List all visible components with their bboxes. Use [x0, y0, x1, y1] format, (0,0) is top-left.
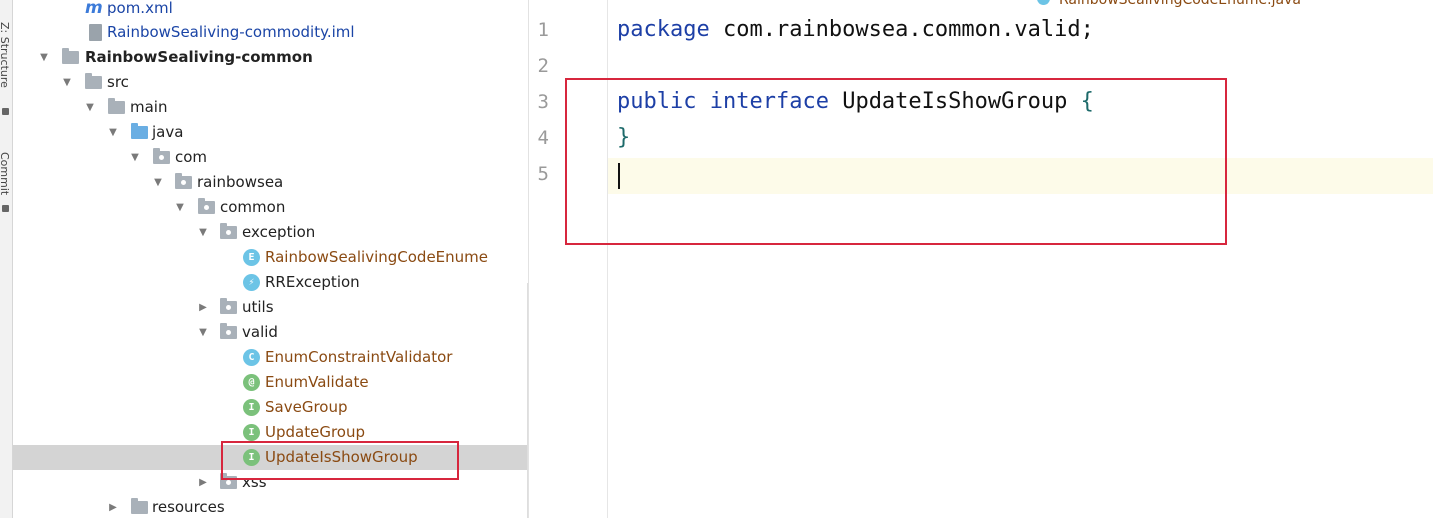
- folder-icon: [85, 73, 102, 89]
- tree-row-common-module[interactable]: ▼ RainbowSealiving-common: [13, 45, 528, 70]
- class-icon: C: [243, 349, 260, 366]
- expand-arrow-icon[interactable]: ▼: [151, 170, 165, 195]
- tree-label: SaveGroup: [265, 398, 348, 416]
- tree-label: resources: [152, 498, 225, 516]
- collapse-arrow-icon[interactable]: ▶: [196, 295, 210, 320]
- line-number: 4: [537, 127, 549, 149]
- enum-file-tab-icon: [1037, 0, 1050, 5]
- annotation-icon: @: [243, 374, 260, 391]
- highlight-box-tree: [221, 441, 459, 480]
- expand-arrow-icon[interactable]: ▼: [173, 195, 187, 220]
- collapse-arrow-icon[interactable]: ▶: [106, 495, 120, 518]
- line-number: 5: [537, 163, 549, 185]
- tree-label: EnumConstraintValidator: [265, 348, 453, 366]
- tree-label: valid: [242, 323, 278, 341]
- interface-icon: I: [243, 424, 260, 441]
- tree-label: src: [107, 73, 129, 91]
- tree-row-codeenume[interactable]: E RainbowSealivingCodeEnume: [13, 245, 528, 270]
- maven-icon: m: [85, 0, 103, 18]
- tree-row-java[interactable]: ▼ java: [13, 120, 528, 145]
- collapse-arrow-icon[interactable]: ▶: [196, 470, 210, 495]
- source-folder-icon: [131, 123, 148, 139]
- tree-label: RainbowSealiving-commodity.iml: [107, 23, 355, 41]
- tree-row-utils[interactable]: ▶ utils: [13, 295, 528, 320]
- keyword-package: package: [617, 17, 710, 42]
- tree-row-exception[interactable]: ▼ exception: [13, 220, 528, 245]
- tree-row-savegroup[interactable]: I SaveGroup: [13, 395, 528, 420]
- editor-tab-label[interactable]: RainbowSealivingCodeEnume.java: [1059, 0, 1301, 8]
- expand-arrow-icon[interactable]: ▼: [37, 45, 51, 70]
- package-icon: [220, 323, 237, 339]
- package-icon: [198, 198, 215, 214]
- iml-file-icon: [89, 24, 102, 41]
- tree-row-common-package[interactable]: ▼ common: [13, 195, 528, 220]
- line-number: 2: [537, 55, 549, 77]
- line-number: 3: [537, 91, 549, 113]
- tree-row-valid[interactable]: ▼ valid: [13, 320, 528, 345]
- tree-label: utils: [242, 298, 274, 316]
- left-tool-strip: Z: Structure Commit: [0, 0, 13, 518]
- tree-row-resources[interactable]: ▶ resources: [13, 495, 528, 518]
- tree-row-rrexception[interactable]: ⚡ RRException: [13, 270, 528, 295]
- enum-icon: E: [243, 249, 260, 266]
- tree-label: java: [152, 123, 184, 141]
- tree-row-main[interactable]: ▼ main: [13, 95, 528, 120]
- tree-label: RainbowSealiving-common: [85, 48, 313, 66]
- structure-tab[interactable]: Z: Structure: [0, 22, 11, 88]
- code-line-1[interactable]: package com.rainbowsea.common.valid;: [617, 17, 1094, 42]
- tree-label: RRException: [265, 273, 360, 291]
- expand-arrow-icon[interactable]: ▼: [83, 95, 97, 120]
- package-icon: [153, 148, 170, 164]
- tree-label: common: [220, 198, 286, 216]
- package-icon: [220, 298, 237, 314]
- tree-row-enumconstraintvalidator[interactable]: C EnumConstraintValidator: [13, 345, 528, 370]
- expand-arrow-icon[interactable]: ▼: [60, 70, 74, 95]
- package-icon: [220, 223, 237, 239]
- package-icon: [175, 173, 192, 189]
- tree-label: EnumValidate: [265, 373, 369, 391]
- package-name: com.rainbowsea.common.valid;: [709, 17, 1094, 42]
- tree-label: RainbowSealivingCodeEnume: [265, 248, 489, 266]
- tree-row-pom[interactable]: m pom.xml: [13, 0, 528, 21]
- tree-label: pom.xml: [107, 0, 173, 17]
- tree-row-iml[interactable]: RainbowSealiving-commodity.iml: [13, 20, 528, 45]
- interface-icon: I: [243, 399, 260, 416]
- folder-icon: [108, 98, 125, 114]
- expand-arrow-icon[interactable]: ▼: [128, 145, 142, 170]
- commit-tab[interactable]: Commit: [0, 152, 11, 195]
- highlight-box-code: [565, 78, 1227, 245]
- tree-label: main: [130, 98, 168, 116]
- tree-row-com[interactable]: ▼ com: [13, 145, 528, 170]
- tree-label: exception: [242, 223, 316, 241]
- expand-arrow-icon[interactable]: ▼: [196, 220, 210, 245]
- tree-label: com: [175, 148, 208, 166]
- commit-tab-icon: [2, 205, 9, 212]
- module-folder-icon: [62, 48, 79, 64]
- tree-row-rainbowsea[interactable]: ▼ rainbowsea: [13, 170, 528, 195]
- line-number: 1: [537, 19, 549, 41]
- structure-tab-icon: [2, 108, 9, 115]
- tree-row-enumvalidate[interactable]: @ EnumValidate: [13, 370, 528, 395]
- exception-class-icon: ⚡: [243, 274, 260, 291]
- tree-label: rainbowsea: [197, 173, 284, 191]
- folder-icon: [131, 498, 148, 514]
- expand-arrow-icon[interactable]: ▼: [106, 120, 120, 145]
- expand-arrow-icon[interactable]: ▼: [196, 320, 210, 345]
- tree-row-src[interactable]: ▼ src: [13, 70, 528, 95]
